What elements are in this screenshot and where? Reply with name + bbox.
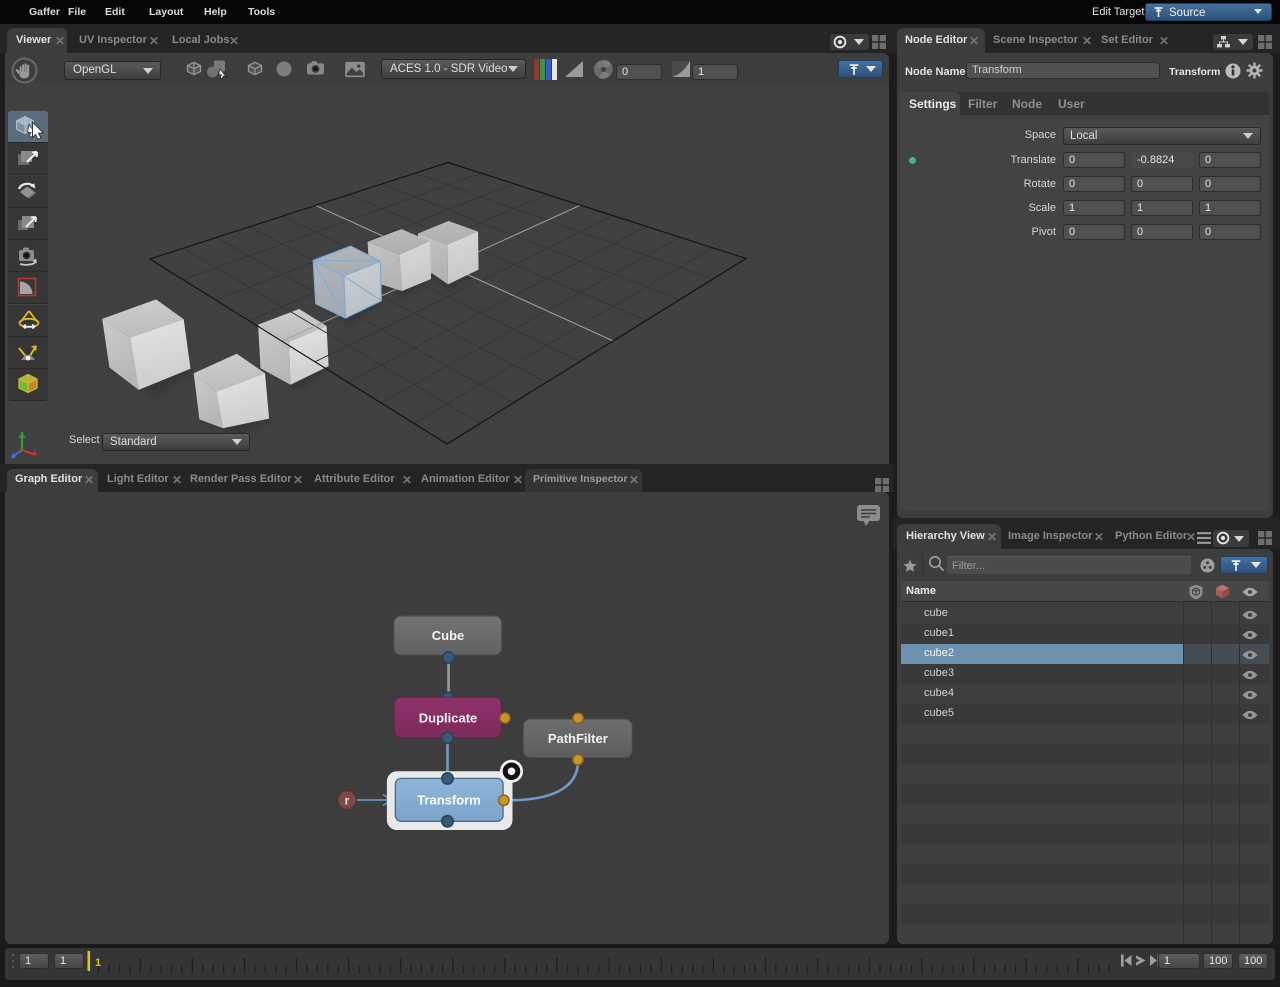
svg-text:Cube: Cube bbox=[432, 628, 465, 643]
svg-text:r: r bbox=[345, 794, 350, 808]
svg-text:Duplicate: Duplicate bbox=[419, 711, 478, 726]
svg-text:Transform: Transform bbox=[417, 793, 481, 808]
svg-text:1: 1 bbox=[95, 957, 101, 969]
svg-text:PathFilter: PathFilter bbox=[548, 731, 608, 746]
